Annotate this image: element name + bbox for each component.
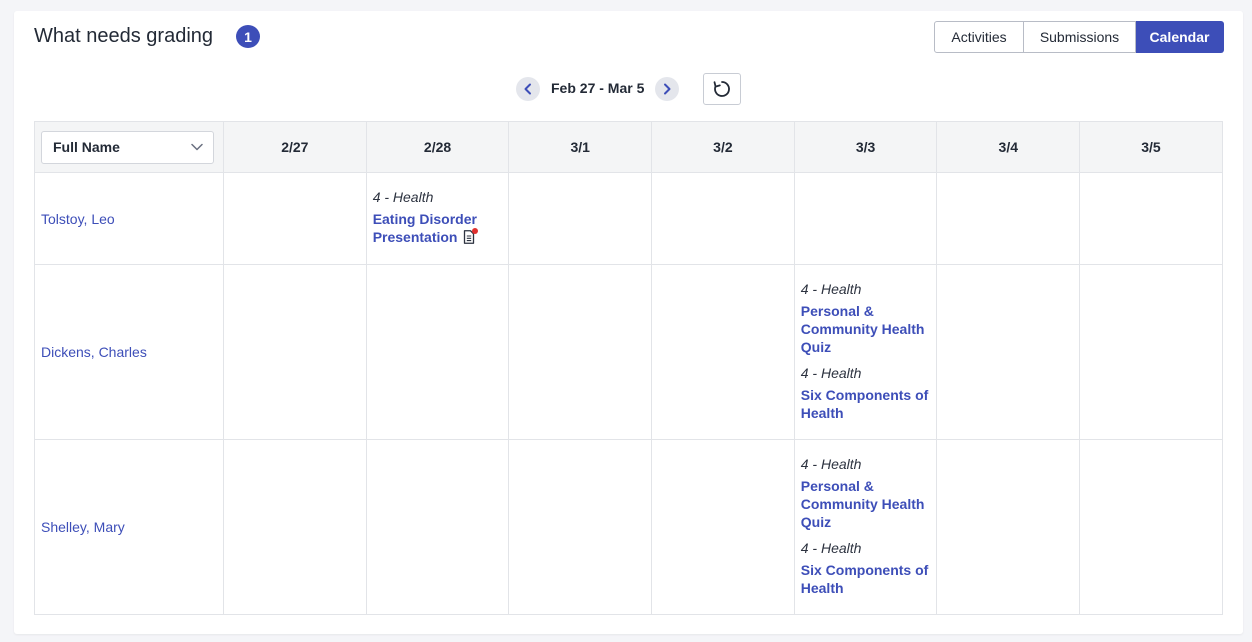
activity-link[interactable]: Personal & Community Health Quiz <box>801 302 931 356</box>
grading-entry: 4 - Health Personal & Community Health Q… <box>795 265 937 356</box>
student-cell: Shelley, Mary <box>34 440 224 615</box>
date-header: 3/2 <box>652 121 795 173</box>
refresh-button[interactable] <box>703 73 741 105</box>
grading-entry: 4 - Health Six Components of Health <box>795 356 937 422</box>
day-cell <box>366 265 510 440</box>
date-range-label: Feb 27 - Mar 5 <box>551 80 645 96</box>
table-row: Tolstoy, Leo 4 - Health Eating Disorder … <box>34 173 1223 265</box>
day-cell <box>652 440 795 615</box>
course-label: 4 - Health <box>800 281 862 297</box>
refresh-icon <box>713 81 730 97</box>
chevron-left-icon <box>524 83 531 95</box>
student-name-link[interactable]: Tolstoy, Leo <box>41 211 115 227</box>
grading-panel: What needs grading 1 Activities Submissi… <box>14 11 1243 634</box>
document-icon <box>463 228 478 244</box>
view-tabs: Activities Submissions Calendar <box>934 21 1224 53</box>
table-row: Dickens, Charles 4 - Health Personal & C… <box>34 265 1223 440</box>
calendar-grid: Full Name 2/27 2/28 3/1 3/2 3/3 3/4 3/5 … <box>34 121 1223 615</box>
day-cell <box>652 173 795 265</box>
page-title: What needs grading <box>34 25 214 47</box>
activity-link[interactable]: Six Components of Health <box>801 561 931 597</box>
name-column-header: Full Name <box>34 121 224 173</box>
tab-submissions[interactable]: Submissions <box>1024 21 1136 53</box>
day-cell: 4 - Health Personal & Community Health Q… <box>794 440 938 615</box>
course-label: 4 - Health <box>372 189 434 205</box>
student-cell: Dickens, Charles <box>34 265 224 440</box>
previous-week-button[interactable] <box>516 77 540 101</box>
day-cell <box>224 265 367 440</box>
day-cell <box>652 265 795 440</box>
activity-link[interactable]: Personal & Community Health Quiz <box>801 477 931 531</box>
activity-title: Eating Disorder Presentation <box>372 211 477 245</box>
new-submission-dot <box>471 228 478 234</box>
day-cell <box>509 440 653 615</box>
grading-entry: 4 - Health Six Components of Health <box>795 531 937 597</box>
student-cell: Tolstoy, Leo <box>34 173 224 265</box>
date-header: 3/5 <box>1080 121 1223 173</box>
date-header: 2/27 <box>224 121 367 173</box>
chevron-right-icon <box>664 83 671 95</box>
day-cell <box>509 265 653 440</box>
next-week-button[interactable] <box>655 77 679 101</box>
activity-link[interactable]: Six Components of Health <box>801 386 931 422</box>
grading-entry: 4 - Health Eating Disorder Presentation <box>367 173 509 246</box>
course-label: 4 - Health <box>800 540 862 556</box>
sort-select[interactable]: Full Name <box>41 130 214 164</box>
day-cell: 4 - Health Personal & Community Health Q… <box>794 265 938 440</box>
day-cell <box>1080 440 1223 615</box>
sort-select-value: Full Name <box>53 139 120 155</box>
date-header: 2/28 <box>366 121 510 173</box>
course-label: 4 - Health <box>800 456 862 472</box>
tab-activities[interactable]: Activities <box>934 21 1024 53</box>
day-cell <box>224 440 367 615</box>
date-header: 3/3 <box>794 121 938 173</box>
day-cell <box>366 440 510 615</box>
chevron-down-icon <box>191 143 203 151</box>
tab-calendar[interactable]: Calendar <box>1136 21 1224 53</box>
day-cell <box>224 173 367 265</box>
course-label: 4 - Health <box>800 365 862 381</box>
day-cell <box>794 173 938 265</box>
day-cell <box>937 265 1081 440</box>
activity-link[interactable]: Eating Disorder Presentation <box>373 210 503 246</box>
student-name-link[interactable]: Dickens, Charles <box>41 344 147 360</box>
student-name-link[interactable]: Shelley, Mary <box>41 519 125 535</box>
day-cell <box>509 173 653 265</box>
day-cell <box>937 173 1081 265</box>
day-cell <box>1080 265 1223 440</box>
day-cell: 4 - Health Eating Disorder Presentation <box>366 173 510 265</box>
header-row: Full Name 2/27 2/28 3/1 3/2 3/3 3/4 3/5 <box>34 121 1223 173</box>
grading-entry: 4 - Health Personal & Community Health Q… <box>795 440 937 531</box>
day-cell <box>937 440 1081 615</box>
date-header: 3/1 <box>509 121 653 173</box>
count-badge: 1 <box>236 25 260 48</box>
table-row: Shelley, Mary 4 - Health Personal & Comm… <box>34 440 1223 615</box>
date-header: 3/4 <box>937 121 1081 173</box>
day-cell <box>1080 173 1223 265</box>
